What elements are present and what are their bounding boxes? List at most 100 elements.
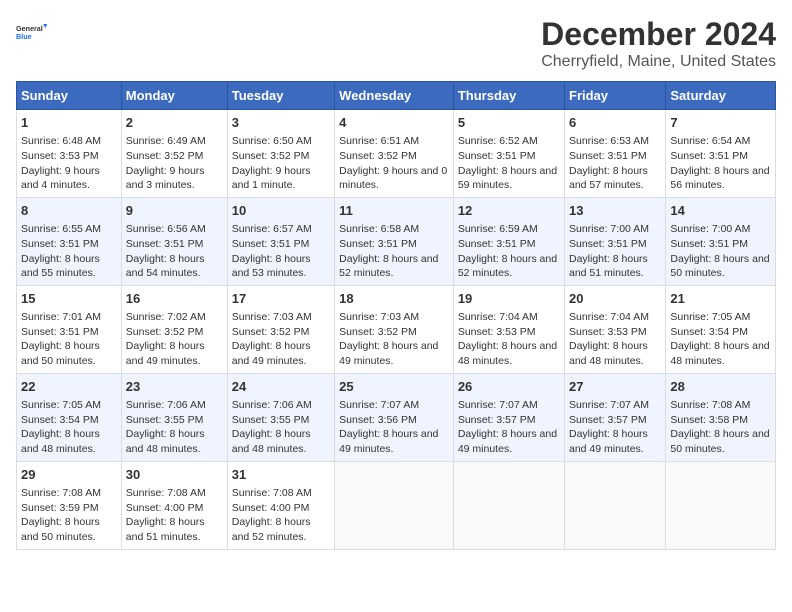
calendar-week-row: 15Sunrise: 7:01 AMSunset: 3:51 PMDayligh… [17, 285, 776, 373]
table-row: 8Sunrise: 6:55 AMSunset: 3:51 PMDaylight… [17, 197, 122, 285]
sunrise-text: Sunrise: 6:51 AM [339, 135, 419, 147]
daylight-label: Daylight: 8 hours and 48 minutes. [458, 340, 557, 367]
calendar-week-row: 29 Sunrise: 7:08 AM Sunset: 3:59 PM Dayligh… [17, 461, 776, 549]
table-row [666, 461, 776, 549]
daylight-label: Daylight: 8 hours and 48 minutes. [126, 428, 205, 455]
daylight-label: Daylight: 8 hours and 52 minutes. [232, 516, 311, 543]
sunrise-text: Sunrise: 7:07 AM [458, 399, 538, 411]
sunset-text: Sunset: 3:51 PM [232, 238, 310, 250]
sunrise-text: Sunrise: 7:00 AM [569, 223, 649, 235]
daylight-label: Daylight: 8 hours and 49 minutes. [569, 428, 648, 455]
logo-icon: GeneralBlue [16, 16, 48, 48]
header-thursday: Thursday [453, 82, 564, 110]
sunrise-text: Sunrise: 7:07 AM [339, 399, 419, 411]
day-number: 23 [126, 378, 223, 396]
header-monday: Monday [121, 82, 227, 110]
sunset-text: Sunset: 3:58 PM [670, 414, 748, 426]
sunset-text: Sunset: 3:55 PM [126, 414, 204, 426]
day-number: 3 [232, 114, 330, 132]
day-number: 31 [232, 466, 330, 484]
table-row: 4Sunrise: 6:51 AMSunset: 3:52 PMDaylight… [335, 110, 454, 198]
daylight-label: Daylight: 9 hours and 4 minutes. [21, 165, 100, 192]
sunrise-text: Sunrise: 7:08 AM [21, 487, 101, 499]
sunrise-text: Sunrise: 6:48 AM [21, 135, 101, 147]
table-row: 19Sunrise: 7:04 AMSunset: 3:53 PMDayligh… [453, 285, 564, 373]
day-number: 15 [21, 290, 117, 308]
sunset-text: Sunset: 3:51 PM [569, 150, 647, 162]
table-row: 3Sunrise: 6:50 AMSunset: 3:52 PMDaylight… [227, 110, 334, 198]
sunset-text: Sunset: 3:53 PM [21, 150, 99, 162]
sunrise-text: Sunrise: 7:03 AM [232, 311, 312, 323]
sunrise-text: Sunrise: 7:06 AM [126, 399, 206, 411]
sunrise-text: Sunrise: 6:49 AM [126, 135, 206, 147]
daylight-label: Daylight: 8 hours and 51 minutes. [569, 253, 648, 280]
daylight-label: Daylight: 8 hours and 51 minutes. [126, 516, 205, 543]
table-row: 22Sunrise: 7:05 AMSunset: 3:54 PMDayligh… [17, 373, 122, 461]
calendar-week-row: 22Sunrise: 7:05 AMSunset: 3:54 PMDayligh… [17, 373, 776, 461]
sunrise-text: Sunrise: 7:04 AM [458, 311, 538, 323]
day-number: 18 [339, 290, 449, 308]
sunrise-text: Sunrise: 7:08 AM [670, 399, 750, 411]
sunset-text: Sunset: 3:52 PM [339, 150, 417, 162]
sunrise-text: Sunrise: 6:54 AM [670, 135, 750, 147]
sunset-text: Sunset: 3:54 PM [670, 326, 748, 338]
sunrise-text: Sunrise: 6:56 AM [126, 223, 206, 235]
day-number: 26 [458, 378, 560, 396]
table-row: 17Sunrise: 7:03 AMSunset: 3:52 PMDayligh… [227, 285, 334, 373]
title-area: December 2024 Cherryfield, Maine, United… [541, 16, 776, 71]
table-row: 20Sunrise: 7:04 AMSunset: 3:53 PMDayligh… [565, 285, 666, 373]
daylight-label: Daylight: 8 hours and 59 minutes. [458, 165, 557, 192]
table-row [453, 461, 564, 549]
header: GeneralBlue December 2024 Cherryfield, M… [16, 16, 776, 71]
table-row: 24Sunrise: 7:06 AMSunset: 3:55 PMDayligh… [227, 373, 334, 461]
sunrise-text: Sunrise: 6:58 AM [339, 223, 419, 235]
header-friday: Friday [565, 82, 666, 110]
table-row: 6Sunrise: 6:53 AMSunset: 3:51 PMDaylight… [565, 110, 666, 198]
table-row [565, 461, 666, 549]
sunset-text: Sunset: 3:59 PM [21, 502, 99, 514]
sunrise-text: Sunrise: 7:04 AM [569, 311, 649, 323]
day-number: 8 [21, 202, 117, 220]
day-number: 24 [232, 378, 330, 396]
daylight-label: Daylight: 8 hours and 49 minutes. [339, 340, 438, 367]
daylight-label: Daylight: 8 hours and 48 minutes. [21, 428, 100, 455]
table-row: 2Sunrise: 6:49 AMSunset: 3:52 PMDaylight… [121, 110, 227, 198]
table-row: 28Sunrise: 7:08 AMSunset: 3:58 PMDayligh… [666, 373, 776, 461]
sunset-text: Sunset: 3:55 PM [232, 414, 310, 426]
sunrise-text: Sunrise: 7:06 AM [232, 399, 312, 411]
table-row: 14Sunrise: 7:00 AMSunset: 3:51 PMDayligh… [666, 197, 776, 285]
table-row: 18Sunrise: 7:03 AMSunset: 3:52 PMDayligh… [335, 285, 454, 373]
day-number: 16 [126, 290, 223, 308]
day-number: 12 [458, 202, 560, 220]
logo: GeneralBlue [16, 16, 48, 48]
day-number: 27 [569, 378, 661, 396]
sunset-text: Sunset: 3:52 PM [126, 150, 204, 162]
sunset-text: Sunset: 3:51 PM [21, 326, 99, 338]
sunrise-text: Sunrise: 7:05 AM [21, 399, 101, 411]
calendar-table: Sunday Monday Tuesday Wednesday Thursday… [16, 81, 776, 550]
day-number: 9 [126, 202, 223, 220]
table-row: 15Sunrise: 7:01 AMSunset: 3:51 PMDayligh… [17, 285, 122, 373]
day-number: 25 [339, 378, 449, 396]
table-row: 16Sunrise: 7:02 AMSunset: 3:52 PMDayligh… [121, 285, 227, 373]
day-number: 20 [569, 290, 661, 308]
day-number: 22 [21, 378, 117, 396]
header-sunday: Sunday [17, 82, 122, 110]
sunset-text: Sunset: 3:51 PM [569, 238, 647, 250]
day-number: 29 [21, 466, 117, 484]
sunset-text: Sunset: 3:51 PM [458, 238, 536, 250]
daylight-label: Daylight: 9 hours and 0 minutes. [339, 165, 447, 192]
sunset-text: Sunset: 3:51 PM [21, 238, 99, 250]
daylight-label: Daylight: 8 hours and 50 minutes. [21, 340, 100, 367]
svg-text:Blue: Blue [16, 32, 32, 41]
sunset-text: Sunset: 3:51 PM [126, 238, 204, 250]
table-row: 11Sunrise: 6:58 AMSunset: 3:51 PMDayligh… [335, 197, 454, 285]
day-number: 21 [670, 290, 771, 308]
page-title: December 2024 [541, 16, 776, 53]
table-row: 23 Sunrise: 7:06 AM Sunset: 3:55 PM Dayligh… [121, 373, 227, 461]
day-number: 2 [126, 114, 223, 132]
daylight-label: Daylight: 8 hours and 52 minutes. [458, 253, 557, 280]
sunrise-text: Sunrise: 6:52 AM [458, 135, 538, 147]
table-row: 31Sunrise: 7:08 AMSunset: 4:00 PMDayligh… [227, 461, 334, 549]
day-number: 1 [21, 114, 117, 132]
